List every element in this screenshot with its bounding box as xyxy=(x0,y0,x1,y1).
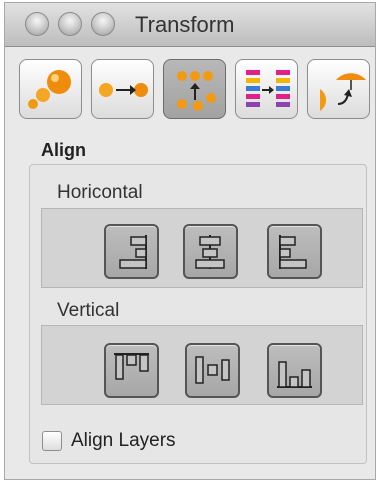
move-spheres-icon xyxy=(99,83,148,97)
horizontal-label: Horicontal xyxy=(57,182,143,203)
align-top-icon xyxy=(114,353,149,380)
align-bottom-button[interactable] xyxy=(267,343,322,398)
distribute-bars-icon xyxy=(246,70,290,107)
align-bottom-icon xyxy=(277,361,312,388)
align-middle-button[interactable] xyxy=(185,343,240,398)
scale-spheres-icon xyxy=(28,70,71,109)
align-right-button[interactable] xyxy=(104,224,159,279)
align-left-icon xyxy=(279,235,307,269)
vertical-label: Vertical xyxy=(57,300,120,321)
tool-move-button[interactable] xyxy=(91,59,154,119)
close-window-button[interactable] xyxy=(25,12,49,36)
align-left-button[interactable] xyxy=(267,224,322,279)
window-title: Transform xyxy=(135,12,235,37)
tool-align-button[interactable] xyxy=(163,59,226,119)
align-layers-label: Align Layers xyxy=(71,430,176,451)
rotate-umbrella-icon xyxy=(320,73,366,111)
title-bar[interactable]: Transform xyxy=(5,3,375,47)
align-center-button[interactable] xyxy=(183,224,238,279)
vertical-align-well xyxy=(41,325,363,405)
minimize-window-button[interactable] xyxy=(58,12,82,36)
align-top-button[interactable] xyxy=(104,343,159,398)
tool-rotate-button[interactable] xyxy=(307,59,370,119)
align-right-icon xyxy=(119,235,147,269)
align-section-label: Align xyxy=(41,140,86,160)
align-middle-icon xyxy=(195,356,230,384)
align-spheres-icon xyxy=(177,71,216,111)
transform-panel: Transform Align Horicontal Vertical Alig… xyxy=(4,2,376,480)
tool-scale-button[interactable] xyxy=(19,59,82,119)
zoom-window-button[interactable] xyxy=(91,12,115,36)
horizontal-align-well xyxy=(41,208,363,288)
align-center-icon xyxy=(195,235,225,269)
align-layers-checkbox[interactable] xyxy=(42,431,62,451)
tool-distribute-button[interactable] xyxy=(235,59,298,119)
